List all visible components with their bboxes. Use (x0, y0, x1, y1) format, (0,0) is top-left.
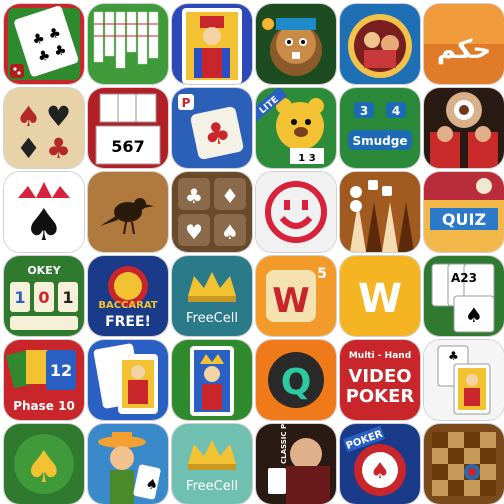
smiley-face-icon[interactable] (256, 172, 336, 252)
elvis-game-icon[interactable] (424, 88, 504, 168)
svg-text:♣: ♣ (185, 184, 203, 208)
svg-text:♦: ♦ (16, 132, 41, 165)
okey-icon[interactable]: OKEY 1 0 1 (4, 256, 84, 336)
w-yellow-letter: W (358, 276, 402, 322)
svg-text:♦: ♦ (221, 184, 239, 208)
classic-poker-icon[interactable]: CLASSIC POKER (256, 424, 336, 504)
smudge-num-2: 4 (392, 104, 400, 118)
beaver-game-icon[interactable] (256, 4, 336, 84)
raven-icon[interactable] (88, 172, 168, 252)
backgammon-icon[interactable] (340, 172, 420, 252)
baccarat-free: FREE! (105, 314, 151, 330)
okey-tile-1: 1 (14, 288, 25, 307)
four-suits-icon[interactable]: ♣ ♦ ♥ ♠ (172, 172, 252, 252)
bear-lite-icon[interactable]: 1 3 LITE (256, 88, 336, 168)
poker-chip-icon[interactable]: ♠ POKER (340, 424, 420, 504)
checkers-board-icon[interactable] (424, 424, 504, 504)
freecell-crown-icon[interactable]: FreeCell (172, 256, 252, 336)
freecell-label: FreeCell (186, 311, 238, 326)
solitaire-clubs-icon[interactable]: ♣ ♣ ♣ ♣ (4, 4, 84, 84)
poker-video: VIDEO (348, 366, 411, 387)
smudge-game-icon[interactable]: 3 4 Smudge (340, 88, 420, 168)
phase-10-icon[interactable]: 12 Phase 10 (4, 340, 84, 420)
svg-text:♠: ♠ (16, 100, 41, 133)
jack-card-icon[interactable] (88, 340, 168, 420)
spider-solitaire-icon[interactable] (88, 4, 168, 84)
crown-spade-icon[interactable]: ♠ (4, 172, 84, 252)
svg-text:♥: ♥ (46, 100, 71, 133)
svg-text:♠: ♠ (370, 459, 390, 484)
king-card-icon[interactable] (172, 4, 252, 84)
spade-gold-icon[interactable]: ♠ (4, 424, 84, 504)
hakam-card-game-icon[interactable]: حكم (424, 4, 504, 84)
solitaire-3-values: A23 (451, 271, 477, 285)
cards-numbers: 567 (111, 137, 144, 156)
quiz-icon[interactable]: QUIZ (424, 172, 504, 252)
q-letter: Q (281, 362, 312, 403)
solitaire-cards-icon[interactable]: 567 (88, 88, 168, 168)
svg-text:♣: ♣ (448, 349, 459, 363)
baccarat-free-icon[interactable]: BACCARAT FREE! (88, 256, 168, 336)
word-w-yellow-icon[interactable]: W (340, 256, 420, 336)
w-letter: W (272, 281, 310, 321)
video-poker-icon[interactable]: Multi - Hand VIDEO POKER (340, 340, 420, 420)
phase-number: 12 (50, 361, 72, 380)
circus-game-icon[interactable] (340, 4, 420, 84)
phase-label: Phase 10 (13, 399, 75, 413)
svg-text:♥: ♥ (185, 220, 203, 244)
svg-text:♠: ♠ (465, 303, 483, 327)
hakam-text: حكم (437, 35, 491, 65)
king-solitaire-icon[interactable] (172, 340, 252, 420)
mahjong-joker-icon[interactable]: P ♣ (172, 88, 252, 168)
okey-tile-2: 0 (38, 288, 49, 307)
classic-poker-label: CLASSIC POKER (280, 424, 288, 464)
mahjong-p: P (182, 96, 191, 110)
quiz-label: QUIZ (442, 210, 486, 229)
svg-text:♠: ♠ (24, 442, 63, 493)
poker-subtitle: Multi - Hand (349, 351, 411, 361)
freecell-label-2: FreeCell (186, 479, 238, 494)
bear-numbers: 1 3 (298, 153, 315, 164)
smudge-num-1: 3 (360, 104, 368, 118)
okey-tile-3: 1 (62, 288, 73, 307)
card-suits-icon[interactable]: ♠ ♥ ♦ ♣ (4, 88, 84, 168)
w-number: 5 (317, 266, 327, 282)
jack-solitaire-icon[interactable]: ♣ (424, 340, 504, 420)
okey-title: OKEY (27, 264, 61, 277)
freecell-crown-icon-2[interactable]: FreeCell (172, 424, 252, 504)
baccarat-title: BACCARAT (98, 300, 157, 311)
svg-text:♠: ♠ (221, 220, 239, 244)
solitaire-3-icon[interactable]: A23 ♠ (424, 256, 504, 336)
smudge-label: Smudge (352, 134, 407, 148)
cowboy-cards-icon[interactable]: ♠ (88, 424, 168, 504)
svg-text:♣: ♣ (46, 132, 71, 165)
app-icon-grid: ♣ ♣ ♣ ♣ حكم ♠ ♥ ♦ ♣ 567 P ♣ 1 3 LITE 3 4… (0, 0, 504, 504)
word-w-tile-icon[interactable]: W 5 (256, 256, 336, 336)
q-game-icon[interactable]: Q (256, 340, 336, 420)
svg-text:♠: ♠ (24, 200, 63, 251)
poker-word: POKER (346, 386, 415, 407)
